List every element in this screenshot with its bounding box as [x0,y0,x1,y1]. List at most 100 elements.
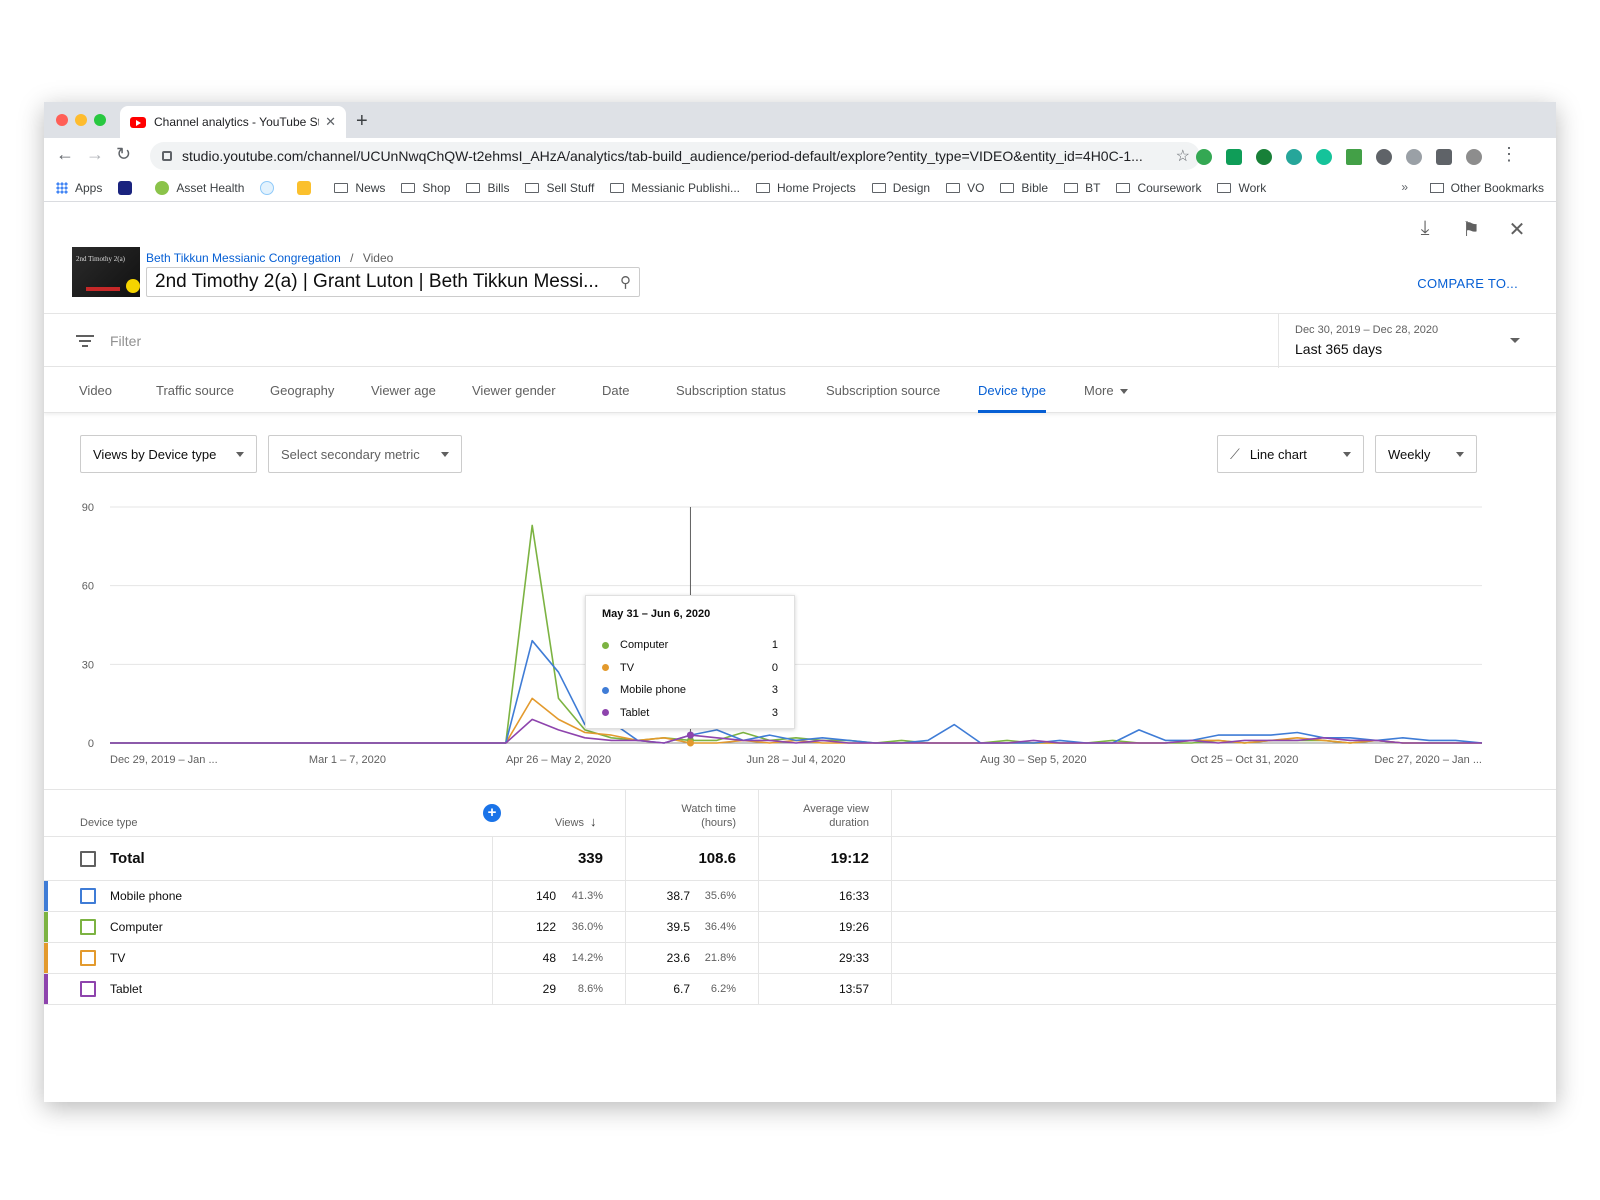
row-checkbox[interactable] [80,981,96,997]
bookmark-bills[interactable]: Bills [466,181,509,195]
filter-input[interactable]: Filter [110,333,141,349]
tab-more[interactable]: More [1084,383,1128,398]
other-bookmarks[interactable]: Other Bookmarks [1429,174,1544,202]
tab-device-type[interactable]: Device type [978,383,1046,413]
bookmark-asset-health[interactable]: Asset Health [155,180,244,195]
row-avg-duration: 13:57 [838,982,869,996]
close-window-button[interactable] [56,114,68,126]
table-row-total: Total 339 108.6 19:12 [44,837,1556,881]
row-checkbox[interactable] [80,919,96,935]
header-watch-time[interactable]: Watch time (hours) [644,802,736,830]
close-tab-icon[interactable]: ✕ [325,114,336,130]
bookmark-bible[interactable]: Bible [1000,181,1048,195]
column-divider [758,881,759,912]
row-views-pct: 14.2% [571,952,603,964]
chevron-down-icon [441,451,449,457]
new-tab-button[interactable]: + [356,110,368,133]
header-avg-view-duration[interactable]: Average view duration [774,802,869,830]
header-avg-line1: Average view [803,803,869,815]
bookmark-bt[interactable]: BT [1064,181,1100,195]
bookmark-favicon-2[interactable] [260,180,281,195]
series-color-bar [44,881,48,911]
compare-to-button[interactable]: COMPARE TO... [1417,276,1518,291]
kebab-menu-icon[interactable]: ⋮ [1500,144,1518,165]
bookmark-work[interactable]: Work [1217,181,1266,195]
extension-icon-3[interactable] [1256,149,1272,165]
search-icon[interactable]: ⚲ [620,273,631,291]
legend-dot [602,641,609,649]
column-divider [758,837,759,881]
header-views[interactable]: Views [540,816,584,830]
close-icon[interactable]: ✕ [1506,217,1528,242]
table-row: Tablet 29 8.6% 6.7 6.2% 13:57 [44,974,1556,1005]
date-range-period: Last 365 days [1295,341,1383,357]
video-search-field[interactable]: 2nd Timothy 2(a) | Grant Luton | Beth Ti… [146,267,640,297]
tab-date[interactable]: Date [602,383,629,398]
header-device-type[interactable]: Device type [80,816,137,830]
tab-subscription-status[interactable]: Subscription status [676,383,786,398]
extension-icon-4[interactable] [1286,149,1302,165]
bookmark-news[interactable]: News [334,181,385,195]
bookmark-shop[interactable]: Shop [401,181,450,195]
primary-metric-dropdown[interactable]: Views by Device type [80,435,257,473]
bookmark-home-projects[interactable]: Home Projects [756,181,856,195]
bookmark-coursework[interactable]: Coursework [1116,181,1201,195]
extension-icon-7[interactable] [1376,149,1392,165]
bookmark-apps[interactable]: Apps [56,181,102,195]
bookmark-favicon-3[interactable] [297,180,318,195]
bookmarks-overflow-icon[interactable]: » [1401,180,1408,194]
address-bar[interactable]: studio.youtube.com/channel/UCUnNwqChQW-t… [150,142,1200,170]
date-range-picker[interactable]: Dec 30, 2019 – Dec 28, 2020 Last 365 day… [1278,314,1556,368]
browser-toolbar: ← → ↻ studio.youtube.com/channel/UCUnNwq… [44,138,1556,174]
chevron-down-icon [1343,451,1351,457]
line-chart-icon: ⟋ [1230,445,1240,462]
x-tick-label: Mar 1 – 7, 2020 [309,754,386,766]
chart-type-dropdown[interactable]: ⟋ Line chart [1217,435,1364,473]
tab-viewer-gender[interactable]: Viewer gender [472,383,556,398]
tab-viewer-age[interactable]: Viewer age [371,383,436,398]
row-checkbox[interactable] [80,888,96,904]
breadcrumb-channel[interactable]: Beth Tikkun Messianic Congregation [146,251,341,265]
bookmark-design[interactable]: Design [871,181,930,195]
zoom-window-button[interactable] [94,114,106,126]
puzzle-icon[interactable] [1436,149,1452,165]
extension-icon-1[interactable] [1196,149,1212,165]
thumbnail-title: 2nd Timothy 2(a) [76,255,126,263]
tab-video[interactable]: Video [79,383,112,398]
granularity-dropdown[interactable]: Weekly [1375,435,1477,473]
bookmark-favicon-1[interactable] [118,180,139,195]
total-checkbox[interactable] [80,851,96,867]
total-views: 339 [577,850,603,867]
extension-icon-6[interactable] [1346,149,1362,165]
row-device-name: Computer [110,920,163,934]
browser-tab[interactable]: Channel analytics - YouTube St ✕ [120,106,346,138]
y-tick-label: 90 [82,502,94,514]
series-line-mobile-phone [110,639,1483,744]
column-divider [492,912,493,943]
extension-icon-8[interactable] [1406,149,1422,165]
row-checkbox[interactable] [80,950,96,966]
forward-arrow-icon[interactable]: → [86,144,104,165]
back-arrow-icon[interactable]: ← [56,144,74,165]
row-device-name: Mobile phone [110,889,183,903]
bookmark-vo[interactable]: VO [946,181,984,195]
download-icon[interactable]: ⤓ [1414,217,1436,242]
feedback-icon[interactable]: ⚑ [1460,217,1482,242]
tab-subscription-source[interactable]: Subscription source [826,383,940,398]
extension-icon-2[interactable] [1226,149,1242,165]
grammarly-icon[interactable] [1316,149,1332,165]
tab-traffic-source[interactable]: Traffic source [156,383,234,398]
sort-arrow-icon[interactable]: ↓ [590,815,597,829]
add-metric-button[interactable]: + [483,804,501,822]
secondary-metric-dropdown[interactable]: Select secondary metric [268,435,462,473]
star-icon[interactable]: ☆ [1176,146,1190,166]
column-divider [625,881,626,912]
profile-avatar[interactable] [1466,149,1482,165]
bookmark-sell-stuff[interactable]: Sell Stuff [525,181,594,195]
reload-icon[interactable]: ↻ [116,144,131,165]
filter-icon[interactable] [76,335,94,350]
tab-geography[interactable]: Geography [270,383,334,398]
tooltip-title: May 31 – Jun 6, 2020 [602,608,711,620]
minimize-window-button[interactable] [75,114,87,126]
bookmark-messianic[interactable]: Messianic Publishi... [610,181,740,195]
